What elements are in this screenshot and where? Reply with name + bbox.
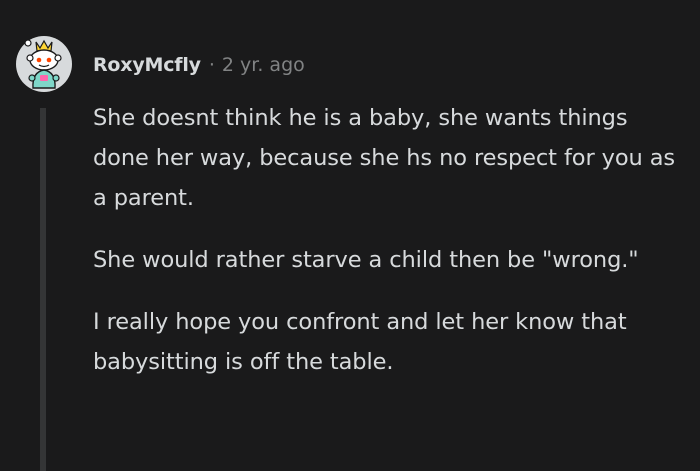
comment-paragraph: She would rather starve a child then be … <box>93 247 639 273</box>
comment-paragraph: She doesnt think he is a baby, she wants… <box>93 105 676 211</box>
snoo-avatar-icon <box>24 39 62 89</box>
comment-body: She doesnt think he is a baby, she wants… <box>93 98 683 404</box>
comment-timestamp[interactable]: 2 yr. ago <box>222 54 305 76</box>
thread-collapse-line[interactable] <box>40 108 46 471</box>
comment: RoxyMcfly · 2 yr. ago She doesnt think h… <box>0 0 700 471</box>
meta-separator: · <box>208 54 215 76</box>
comment-meta: RoxyMcfly · 2 yr. ago <box>93 52 305 78</box>
comment-author[interactable]: RoxyMcfly <box>93 54 201 76</box>
user-avatar[interactable] <box>16 36 72 92</box>
comment-paragraph: I really hope you confront and let her k… <box>93 309 627 375</box>
